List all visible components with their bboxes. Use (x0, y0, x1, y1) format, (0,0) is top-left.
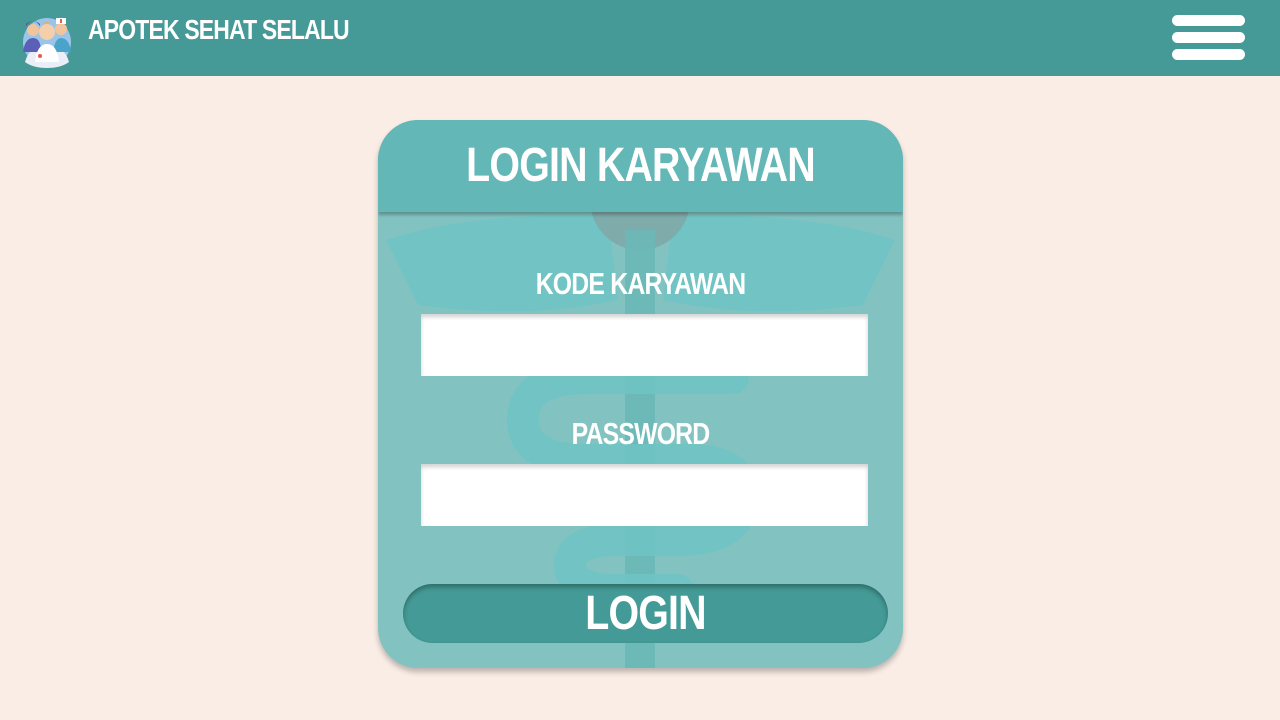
login-button-label: LOGIN (585, 587, 706, 640)
hamburger-menu-icon-bar-3 (1172, 49, 1245, 60)
employee-code-input[interactable] (421, 314, 868, 376)
hamburger-menu-icon-bar-1 (1172, 15, 1245, 26)
hamburger-menu-icon-bar-2 (1172, 32, 1245, 43)
hamburger-menu-button[interactable] (1170, 13, 1248, 63)
login-button[interactable]: LOGIN (403, 584, 888, 643)
pharmacy-staff-logo-icon (23, 18, 71, 68)
password-label: PASSWORD (571, 416, 711, 451)
password-input[interactable] (421, 464, 868, 526)
login-card-header: LOGIN KARYAWAN (378, 120, 903, 212)
brand-name: APOTEK SEHAT SELALU (88, 14, 350, 45)
employee-code-label: KODE KARYAWAN (535, 266, 746, 301)
login-title: LOGIN KARYAWAN (466, 139, 815, 192)
login-card: LOGIN KARYAWAN KODE KARYAWAN PASSWORD LO… (378, 120, 903, 668)
top-navbar: APOTEK SEHAT SELALU (0, 0, 1280, 76)
